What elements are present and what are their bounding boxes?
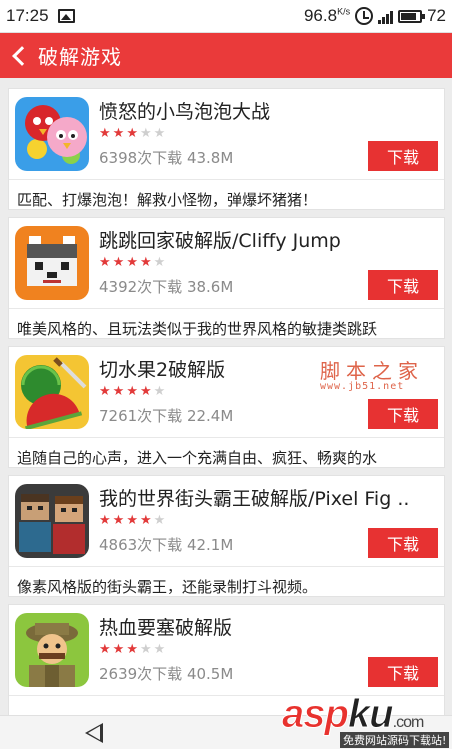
rating-stars: ★ ★ ★ ★ ★ bbox=[99, 385, 165, 398]
chevron-left-icon bbox=[12, 45, 32, 66]
rating-stars: ★ ★ ★ ★ ★ bbox=[99, 256, 165, 269]
watermark-aspku-sub: 免费网站源码下载站! bbox=[340, 732, 450, 748]
star-filled-icon: ★ bbox=[112, 513, 125, 528]
star-filled-icon: ★ bbox=[139, 513, 152, 528]
rating-stars: ★ ★ ★ ★ ★ bbox=[99, 127, 165, 140]
download-button[interactable]: 下载 bbox=[368, 528, 438, 558]
star-filled-icon: ★ bbox=[139, 384, 152, 399]
star-filled-icon: ★ bbox=[139, 255, 152, 270]
star-filled-icon: ★ bbox=[112, 126, 125, 141]
star-filled-icon: ★ bbox=[99, 126, 111, 141]
app-description: 匹配、打爆泡泡！解救小怪物，弹爆坏猪猪！ bbox=[17, 191, 318, 209]
star-filled-icon: ★ bbox=[99, 642, 111, 657]
star-empty-icon: ★ bbox=[153, 642, 166, 657]
app-description: 追随自己的心声，进入一个充满自由、疯狂、畅爽的水 bbox=[17, 449, 378, 467]
divider bbox=[9, 566, 444, 567]
list-item[interactable]: 跳跳回家破解版/Cliffy Jump ★ ★ ★ ★ ★ 4392次下载 38.6M … bbox=[8, 217, 445, 339]
app-meta: 6398次下载 43.8M bbox=[99, 149, 234, 167]
rating-stars: ★ ★ ★ ★ ★ bbox=[99, 643, 165, 656]
app-header: 破解游戏 bbox=[0, 33, 452, 78]
husky-icon bbox=[15, 226, 89, 300]
status-time: 17:25 bbox=[6, 6, 49, 25]
app-meta: 4863次下载 42.1M bbox=[99, 536, 234, 554]
angry-birds-icon bbox=[15, 97, 89, 171]
app-name: 切水果2破解版 bbox=[99, 359, 226, 381]
watermark-aspku: aspku.com bbox=[282, 692, 425, 737]
list-item[interactable]: 我的世界街头霸王破解版/Pixel Fig .. ★ ★ ★ ★ ★ 4863次下载 4… bbox=[8, 475, 445, 597]
download-button[interactable]: 下载 bbox=[368, 270, 438, 300]
watermark-jb51-url: www.jb51.net bbox=[320, 381, 405, 392]
star-filled-icon: ★ bbox=[126, 642, 138, 657]
triangle-back-icon[interactable] bbox=[85, 723, 103, 743]
app-meta: 7261次下载 22.4M bbox=[99, 407, 234, 425]
star-empty-icon: ★ bbox=[153, 126, 166, 141]
download-button[interactable]: 下载 bbox=[368, 141, 438, 171]
star-filled-icon: ★ bbox=[126, 126, 138, 141]
app-description: 像素风格版的街头霸王，还能录制打斗视频。 bbox=[17, 578, 318, 596]
star-empty-icon: ★ bbox=[153, 255, 166, 270]
download-button[interactable]: 下载 bbox=[368, 399, 438, 429]
star-filled-icon: ★ bbox=[112, 642, 125, 657]
page-title: 破解游戏 bbox=[38, 45, 122, 69]
signal-icon bbox=[378, 9, 394, 24]
status-right: 96.8K/s 72 bbox=[304, 6, 446, 26]
watermark-jb51: 脚本之家 bbox=[320, 359, 424, 383]
app-meta: 4392次下载 38.6M bbox=[99, 278, 234, 296]
divider bbox=[9, 179, 444, 180]
pixel-fighter-icon bbox=[15, 484, 89, 558]
star-filled-icon: ★ bbox=[126, 255, 138, 270]
star-empty-icon: ★ bbox=[139, 642, 152, 657]
network-speed: 96.8K/s bbox=[303, 6, 351, 25]
star-filled-icon: ★ bbox=[112, 255, 125, 270]
download-button[interactable]: 下载 bbox=[368, 657, 438, 687]
soldier-icon bbox=[15, 613, 89, 687]
list-item[interactable]: 愤怒的小鸟泡泡大战 ★ ★ ★ ★ ★ 6398次下载 43.8M 下载 匹配、打爆泡泡… bbox=[8, 88, 445, 210]
star-empty-icon: ★ bbox=[153, 513, 166, 528]
star-filled-icon: ★ bbox=[99, 513, 111, 528]
star-filled-icon: ★ bbox=[99, 255, 111, 270]
app-name: 跳跳回家破解版/Cliffy Jump bbox=[99, 230, 341, 252]
battery-level: 72 bbox=[427, 6, 446, 25]
divider bbox=[9, 308, 444, 309]
rating-stars: ★ ★ ★ ★ ★ bbox=[99, 514, 165, 527]
alarm-icon bbox=[355, 7, 374, 25]
app-meta: 2639次下载 40.5M bbox=[99, 665, 234, 683]
image-icon bbox=[57, 9, 75, 23]
star-empty-icon: ★ bbox=[139, 126, 152, 141]
divider bbox=[9, 437, 444, 438]
app-name: 热血要塞破解版 bbox=[99, 617, 233, 639]
app-name: 愤怒的小鸟泡泡大战 bbox=[99, 101, 271, 123]
app-name: 我的世界街头霸王破解版/Pixel Fig .. bbox=[99, 488, 410, 510]
back-button[interactable] bbox=[0, 33, 38, 78]
battery-icon bbox=[398, 9, 426, 23]
star-empty-icon: ★ bbox=[153, 384, 166, 399]
status-bar: 17:25 96.8K/s 72 bbox=[0, 0, 452, 33]
star-filled-icon: ★ bbox=[126, 384, 138, 399]
star-filled-icon: ★ bbox=[126, 513, 138, 528]
star-filled-icon: ★ bbox=[99, 384, 111, 399]
app-description: 唯美风格的、且玩法类似于我的世界风格的敏捷类跳跃 bbox=[17, 320, 378, 338]
watermelon-icon bbox=[15, 355, 89, 429]
star-filled-icon: ★ bbox=[112, 384, 125, 399]
